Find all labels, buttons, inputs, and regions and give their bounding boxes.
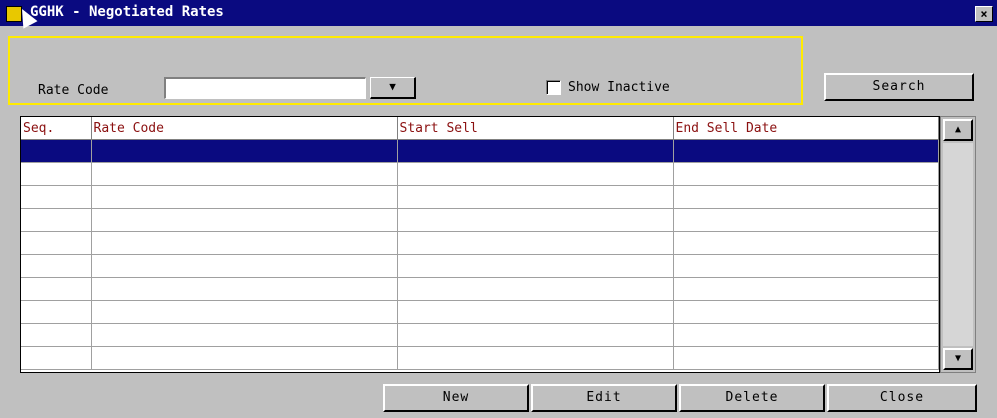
- rate-code-input[interactable]: [164, 77, 366, 99]
- rate-code-dropdown-button[interactable]: ▼: [370, 77, 416, 99]
- table-row[interactable]: [21, 300, 939, 324]
- table-cell[interactable]: [21, 346, 92, 370]
- table-row[interactable]: [21, 254, 939, 278]
- table-cell[interactable]: [673, 162, 939, 186]
- table-cell[interactable]: [91, 300, 398, 324]
- table-row[interactable]: [21, 277, 939, 301]
- arrow-up-icon: ▲: [954, 124, 962, 135]
- table-row[interactable]: [21, 231, 939, 255]
- table-cell[interactable]: [21, 323, 92, 347]
- column-header-seq[interactable]: Seq.: [21, 117, 92, 140]
- table-cell[interactable]: [397, 231, 674, 255]
- table-row[interactable]: [21, 162, 939, 186]
- table-cell[interactable]: [91, 346, 398, 370]
- table-cell[interactable]: [397, 323, 674, 347]
- scroll-track[interactable]: [943, 143, 973, 346]
- title-bar[interactable]: GGHK - Negotiated Rates ×: [0, 0, 997, 29]
- rate-code-label: Rate Code: [38, 83, 109, 98]
- new-button[interactable]: New: [383, 384, 529, 412]
- table-cell[interactable]: [397, 254, 674, 278]
- table-cell[interactable]: [91, 208, 398, 232]
- table-cell[interactable]: [673, 185, 939, 209]
- negotiated-rates-window: GGHK - Negotiated Rates × Rate Code ▼ Sh…: [0, 0, 997, 418]
- table-cell[interactable]: [21, 185, 92, 209]
- table-cell[interactable]: [673, 254, 939, 278]
- search-criteria-panel: Rate Code ▼ Show Inactive: [8, 36, 803, 105]
- table-cell[interactable]: [397, 208, 674, 232]
- table-row[interactable]: [21, 139, 939, 163]
- table-row[interactable]: [21, 346, 939, 370]
- window-title: GGHK - Negotiated Rates: [30, 4, 224, 20]
- table-cell[interactable]: [397, 139, 674, 163]
- table-cell[interactable]: [397, 162, 674, 186]
- close-button[interactable]: Close: [827, 384, 977, 412]
- arrow-down-icon: ▼: [389, 80, 396, 93]
- table-cell[interactable]: [91, 162, 398, 186]
- table-cell[interactable]: [673, 300, 939, 324]
- table-cell[interactable]: [397, 185, 674, 209]
- table-cell[interactable]: [673, 139, 939, 163]
- table-cell[interactable]: [21, 300, 92, 324]
- table-cell[interactable]: [397, 300, 674, 324]
- table-row[interactable]: [21, 323, 939, 347]
- table-header-row: Seq. Rate Code Start Sell End Sell Date: [21, 117, 939, 140]
- arrow-down-icon: ▼: [954, 353, 962, 364]
- table-cell[interactable]: [673, 231, 939, 255]
- table-cell[interactable]: [91, 185, 398, 209]
- rates-table: Seq. Rate Code Start Sell End Sell Date: [21, 117, 939, 370]
- column-header-end-sell-date[interactable]: End Sell Date: [673, 117, 939, 140]
- scroll-down-button[interactable]: ▼: [943, 348, 973, 370]
- table-cell[interactable]: [21, 277, 92, 301]
- edit-button[interactable]: Edit: [531, 384, 677, 412]
- table-cell[interactable]: [673, 208, 939, 232]
- table-cell[interactable]: [21, 231, 92, 255]
- table-cell[interactable]: [21, 208, 92, 232]
- table-cell[interactable]: [91, 323, 398, 347]
- window-close-button[interactable]: ×: [975, 6, 993, 22]
- show-inactive-label[interactable]: Show Inactive: [568, 80, 670, 95]
- column-header-rate-code[interactable]: Rate Code: [91, 117, 398, 140]
- table-cell[interactable]: [91, 139, 398, 163]
- show-inactive-checkbox[interactable]: [546, 80, 561, 95]
- table-cell[interactable]: [91, 231, 398, 255]
- delete-button[interactable]: Delete: [679, 384, 825, 412]
- table-cell[interactable]: [21, 162, 92, 186]
- table-row[interactable]: [21, 185, 939, 209]
- table-cell[interactable]: [673, 277, 939, 301]
- table-cell[interactable]: [21, 139, 92, 163]
- scroll-up-button[interactable]: ▲: [943, 119, 973, 141]
- grid-scrollbar[interactable]: ▲ ▼: [940, 116, 976, 373]
- table-cell[interactable]: [21, 254, 92, 278]
- table-cell[interactable]: [397, 346, 674, 370]
- table-row[interactable]: [21, 208, 939, 232]
- table-cell[interactable]: [397, 277, 674, 301]
- search-button[interactable]: Search: [824, 73, 974, 101]
- table-cell[interactable]: [91, 254, 398, 278]
- table-cell[interactable]: [673, 323, 939, 347]
- column-header-start-sell[interactable]: Start Sell: [397, 117, 674, 140]
- table-cell[interactable]: [91, 277, 398, 301]
- rates-grid[interactable]: Seq. Rate Code Start Sell End Sell Date: [20, 116, 940, 373]
- table-cell[interactable]: [673, 346, 939, 370]
